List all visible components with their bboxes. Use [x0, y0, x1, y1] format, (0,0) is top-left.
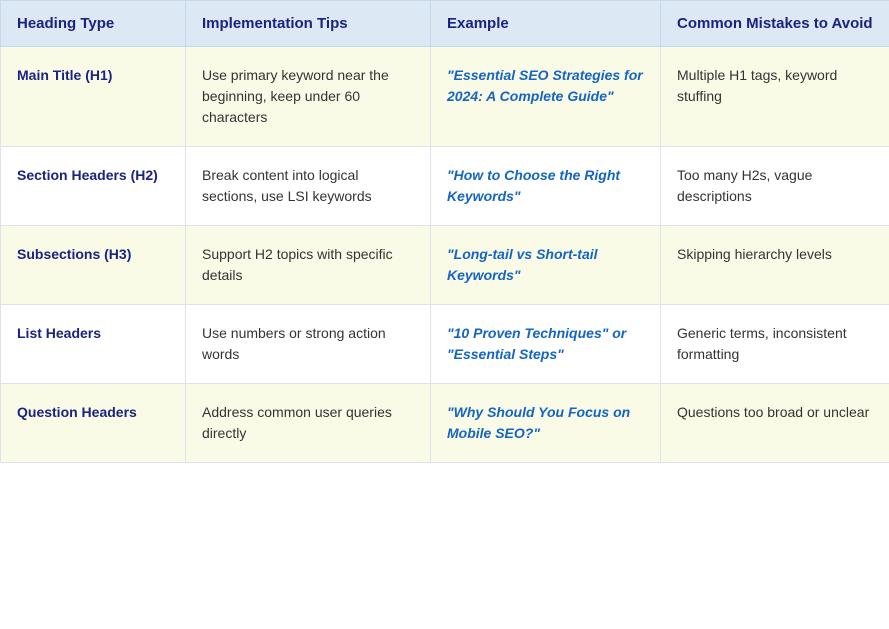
cell-mistakes: Multiple H1 tags, keyword stuffing: [661, 47, 889, 147]
cell-example: "How to Choose the Right Keywords": [431, 147, 661, 226]
cell-example: "Why Should You Focus on Mobile SEO?": [431, 384, 661, 463]
col-example: Example: [431, 1, 661, 47]
cell-heading-type: Section Headers (H2): [1, 147, 186, 226]
table-row: Main Title (H1)Use primary keyword near …: [1, 47, 889, 147]
col-heading-type: Heading Type: [1, 1, 186, 47]
cell-example: "Essential SEO Strategies for 2024: A Co…: [431, 47, 661, 147]
cell-mistakes: Questions too broad or unclear: [661, 384, 889, 463]
cell-mistakes: Too many H2s, vague descriptions: [661, 147, 889, 226]
table-row: List HeadersUse numbers or strong action…: [1, 305, 889, 384]
cell-mistakes: Skipping hierarchy levels: [661, 226, 889, 305]
cell-example: "Long-tail vs Short-tail Keywords": [431, 226, 661, 305]
table-header-row: Heading Type Implementation Tips Example…: [1, 1, 889, 47]
table-row: Subsections (H3)Support H2 topics with s…: [1, 226, 889, 305]
cell-implementation-tips: Use primary keyword near the beginning, …: [186, 47, 431, 147]
table-row: Section Headers (H2)Break content into l…: [1, 147, 889, 226]
cell-implementation-tips: Break content into logical sections, use…: [186, 147, 431, 226]
cell-heading-type: Subsections (H3): [1, 226, 186, 305]
col-implementation-tips: Implementation Tips: [186, 1, 431, 47]
cell-heading-type: List Headers: [1, 305, 186, 384]
table-row: Question HeadersAddress common user quer…: [1, 384, 889, 463]
cell-heading-type: Question Headers: [1, 384, 186, 463]
col-mistakes: Common Mistakes to Avoid: [661, 1, 889, 47]
cell-example: "10 Proven Techniques" or "Essential Ste…: [431, 305, 661, 384]
cell-heading-type: Main Title (H1): [1, 47, 186, 147]
cell-implementation-tips: Use numbers or strong action words: [186, 305, 431, 384]
cell-mistakes: Generic terms, inconsistent formatting: [661, 305, 889, 384]
cell-implementation-tips: Address common user queries directly: [186, 384, 431, 463]
cell-implementation-tips: Support H2 topics with specific details: [186, 226, 431, 305]
